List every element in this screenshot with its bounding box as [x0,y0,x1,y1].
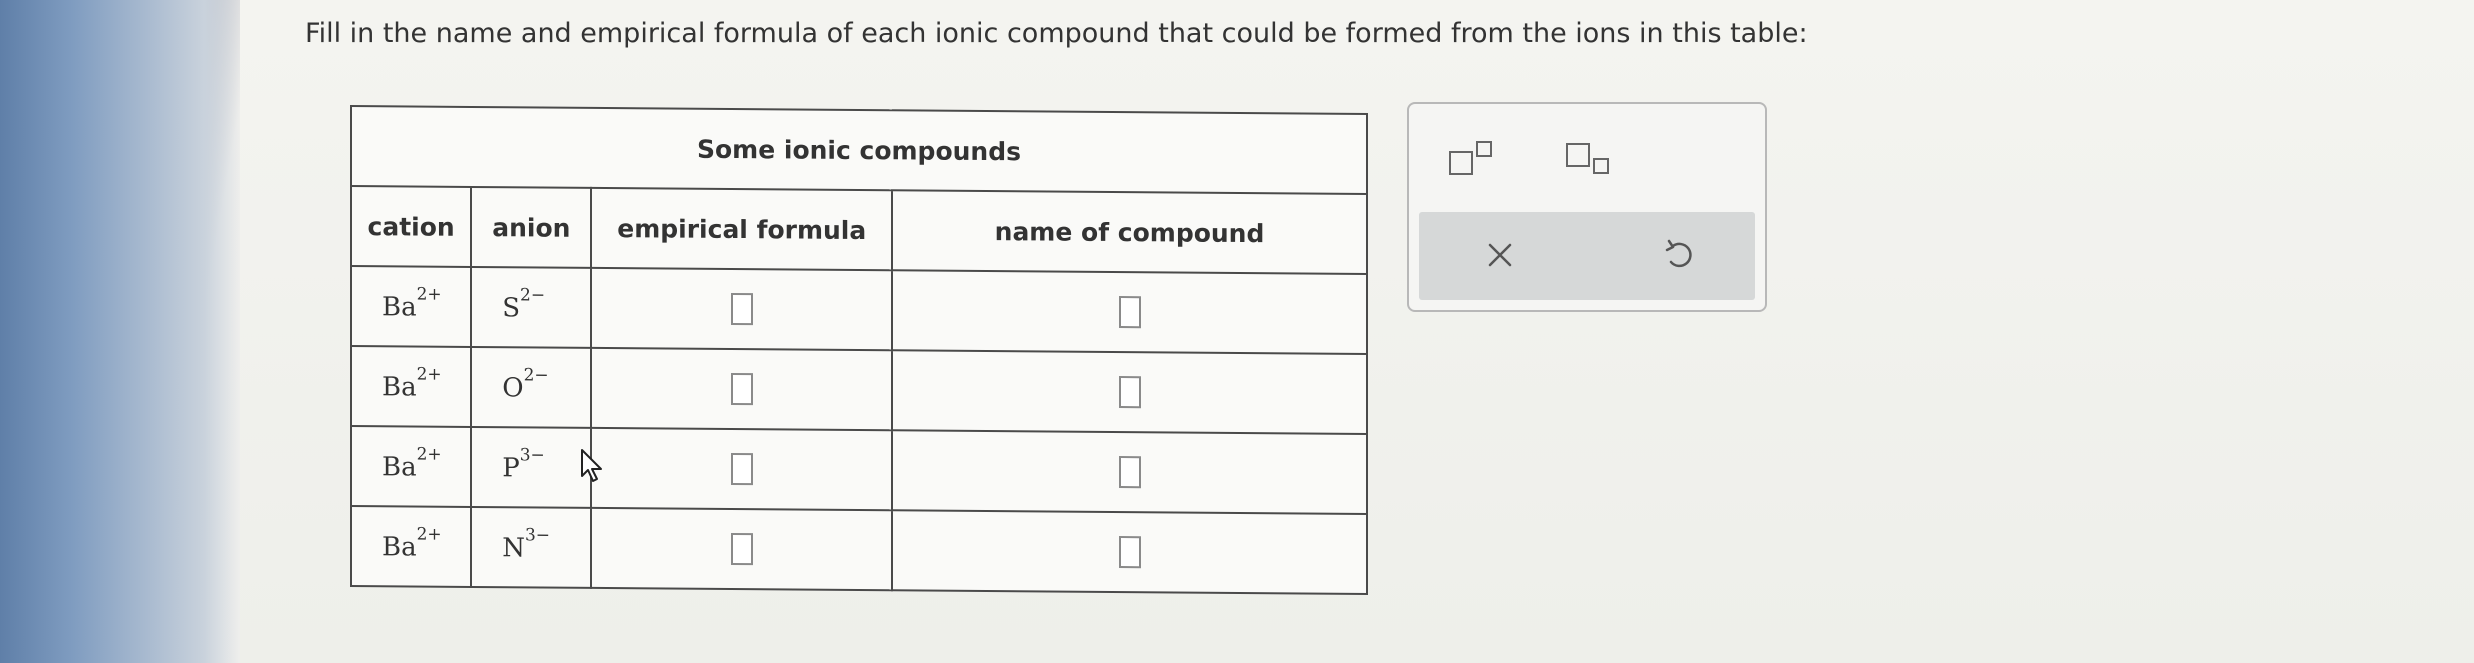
table-row: Ba2+ P3− [351,426,1367,514]
empirical-formula-cell [591,427,893,511]
cation-cell: Ba2+ [351,266,472,347]
compound-name-input[interactable] [1118,536,1141,569]
formula-toolbox [1407,102,1767,312]
empirical-formula-input[interactable] [730,372,753,406]
cation-cell: Ba2+ [351,426,472,507]
anion-cell: S2− [471,266,592,348]
empirical-formula-cell [591,347,893,431]
cation-cell: Ba2+ [351,506,472,587]
empirical-formula-cell [591,507,893,591]
compound-name-cell [892,350,1367,434]
undo-icon[interactable] [1663,238,1697,272]
header-cation: cation [351,186,472,267]
superscript-icon[interactable] [1447,139,1497,179]
anion-cell: O2− [471,346,592,428]
header-name-of-compound: name of compound [892,190,1367,274]
compound-name-cell [892,430,1367,514]
x-icon[interactable] [1485,240,1515,270]
table-row: Ba2+ N3− [351,506,1367,594]
compound-name-input[interactable] [1118,456,1141,489]
empirical-formula-cell [591,267,893,351]
anion-cell: P3− [471,426,592,508]
cation-cell: Ba2+ [351,346,472,427]
table-row: Ba2+ O2− [351,346,1367,434]
header-anion: anion [471,186,592,268]
toolbox-actions-bar [1419,212,1755,300]
compound-name-cell [892,270,1367,354]
mouse-pointer-icon [581,449,602,482]
empirical-formula-input[interactable] [730,292,753,326]
background-left-strip [0,0,240,663]
table-title-cell: Some ionic compounds [351,106,1367,194]
subscript-icon[interactable] [1564,139,1619,179]
compound-name-input[interactable] [1118,376,1141,409]
table-title: Some ionic compounds [696,134,1021,166]
question-text: Fill in the name and empirical formula o… [305,18,1808,49]
compound-name-cell [892,510,1367,594]
empirical-formula-input[interactable] [730,532,753,566]
header-empirical-formula: empirical formula [591,187,893,271]
empirical-formula-input[interactable] [730,452,753,486]
anion-cell: N3− [471,506,592,588]
table-row: Ba2+ S2− [351,266,1367,354]
ionic-compounds-table: Some ionic compounds cation anion empiri… [350,105,1368,595]
compound-name-input[interactable] [1118,296,1141,329]
